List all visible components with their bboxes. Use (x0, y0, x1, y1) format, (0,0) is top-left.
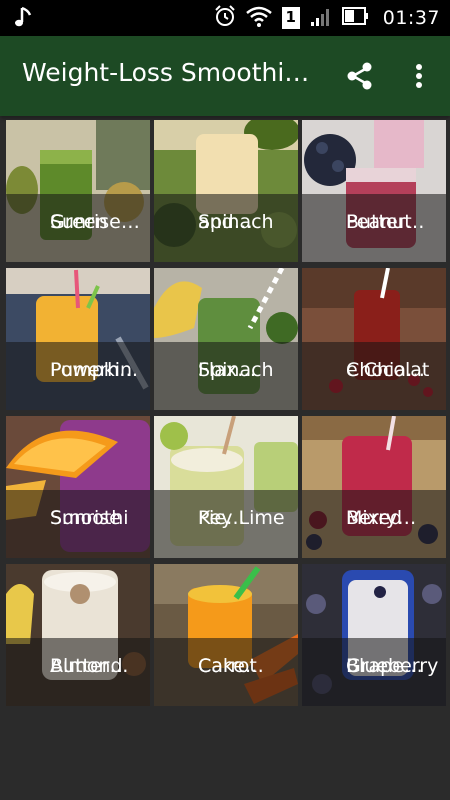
wifi-icon (245, 4, 273, 32)
app-title: Weight-Loss Smoothi… (22, 58, 310, 87)
signal-icon (309, 4, 333, 32)
share-icon (347, 62, 372, 90)
recipe-grid: GreenSunrise… Spinachand… PeanutButte (4, 118, 448, 710)
status-bar: 1 01:37 (0, 0, 450, 36)
app-bar: Weight-Loss Smoothi… (0, 36, 450, 116)
recipe-caption: Key Lime Pie… (154, 490, 298, 558)
recipe-title-line2: Grape… (346, 655, 423, 677)
alarm-icon (213, 4, 237, 32)
recipe-caption: Sunrise Smoothi (6, 490, 150, 558)
recipe-tile[interactable]: Carrot Cake… (154, 564, 298, 706)
recipe-caption: Green Sunrise… (6, 194, 150, 262)
recipe-title-line2: Smoothi (50, 507, 129, 529)
recipe-tile[interactable]: Spinach and… (154, 120, 298, 262)
battery-icon (341, 4, 371, 32)
recipe-tile[interactable]: Pumpkin Powerh… (6, 268, 150, 410)
recipe-caption: Carrot Cake… (154, 638, 298, 706)
recipe-title-line2: Flax… (198, 359, 257, 381)
recipe-caption: Spinach and… (154, 194, 298, 262)
recipe-title-line2: Pie… (198, 507, 246, 529)
recipe-caption: Mixed Berry… (302, 490, 446, 558)
recipe-title-line2: Butter… (346, 211, 425, 233)
sim-badge: 1 (285, 8, 296, 26)
recipe-title-line2: e Chia… (346, 359, 425, 381)
clock: 01:37 (382, 7, 440, 29)
recipe-title-line2: Powerh… (50, 359, 139, 381)
music-note-icon (14, 6, 36, 30)
recipe-caption: Pumpkin Powerh… (6, 342, 150, 410)
recipe-caption: Spinach Flax… (154, 342, 298, 410)
recipe-title-line2: Butter… (50, 655, 129, 677)
recipe-title-line2: and… (198, 211, 253, 233)
sim-icon: 1 (281, 6, 301, 30)
recipe-caption: Peanut Butter… (302, 194, 446, 262)
recipe-tile[interactable]: Chocolat e Chia… (302, 268, 446, 410)
recipe-caption: Chocolat e Chia… (302, 342, 446, 410)
recipe-tile[interactable]: Green Sunrise… (6, 120, 150, 262)
recipe-tile[interactable]: Blueberry Grape… (302, 564, 446, 706)
recipe-caption: Blueberry Grape… (302, 638, 446, 706)
recipe-title-line2: Berry… (346, 507, 417, 529)
recipe-tile[interactable]: Mixed Berry… (302, 416, 446, 558)
recipe-tile[interactable]: Peanut Butter… (302, 120, 446, 262)
recipe-tile[interactable]: Almond Butter… (6, 564, 150, 706)
recipe-tile[interactable]: Sunrise Smoothi (6, 416, 150, 558)
recipe-title-line2: Sunrise… (50, 211, 140, 233)
recipe-tile[interactable]: Spinach Flax… (154, 268, 298, 410)
recipe-caption: Almond Butter… (6, 638, 150, 706)
more-vert-icon (416, 64, 422, 88)
recipe-title-line2: Cake… (198, 655, 264, 677)
share-button[interactable] (342, 58, 378, 94)
more-options-button[interactable] (404, 58, 434, 94)
recipe-tile[interactable]: Key Lime Pie… (154, 416, 298, 558)
